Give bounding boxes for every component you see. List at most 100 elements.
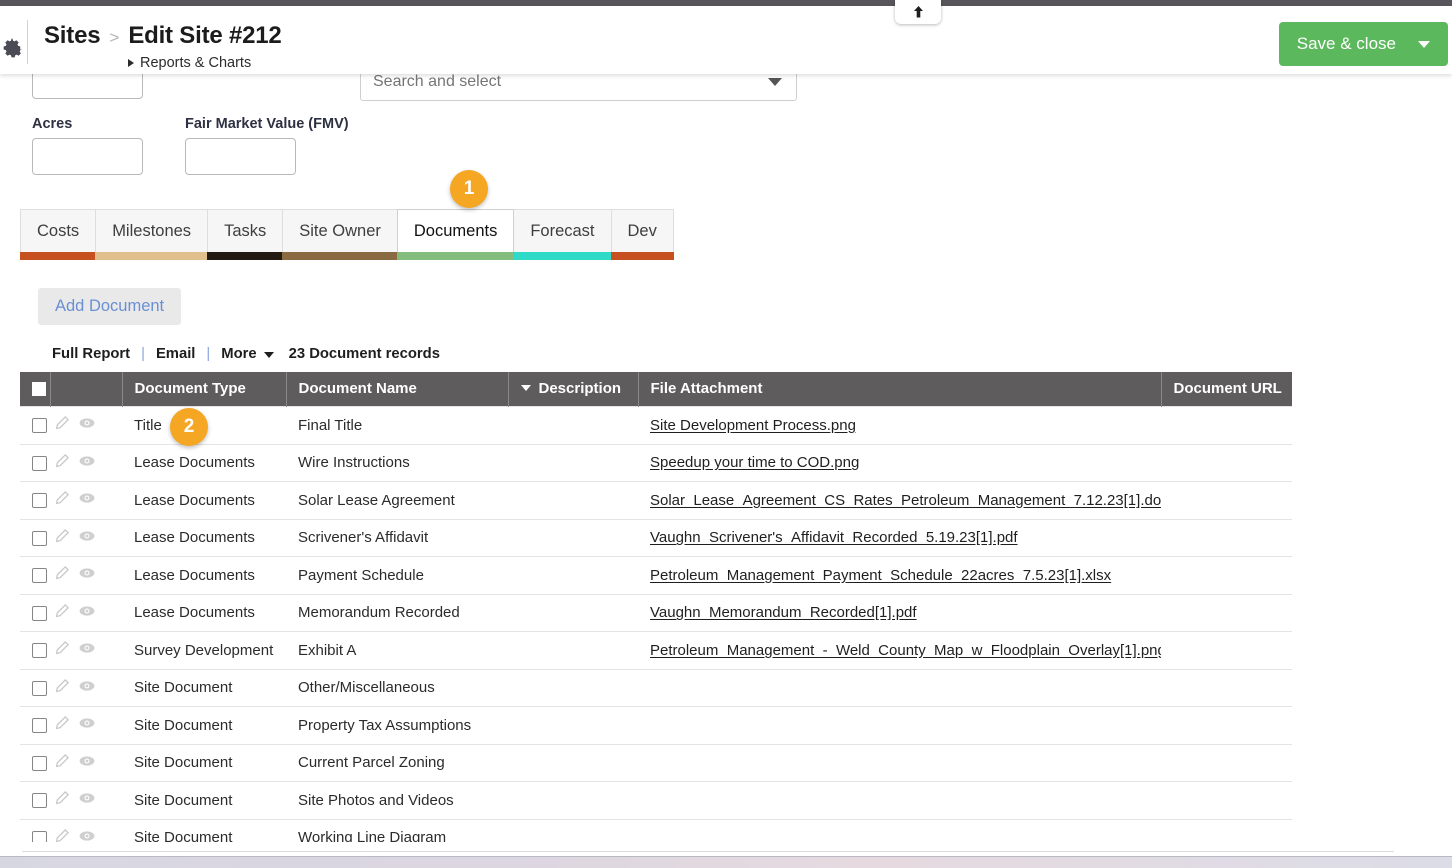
pencil-icon[interactable] [54,828,70,842]
pencil-icon[interactable] [54,753,70,773]
tab-color-bar [20,252,97,260]
column-header-document-name[interactable]: Document Name [286,372,509,407]
file-attachment-link[interactable]: Solar_Lease_Agreement_CS_Rates_Petroleum… [650,492,1161,509]
pencil-icon[interactable] [54,715,70,735]
pencil-icon[interactable] [54,565,70,585]
full-report-link[interactable]: Full Report [52,346,130,362]
table-row[interactable]: Lease Documents Solar Lease Agreement Sola… [20,481,1292,520]
email-link[interactable]: Email [156,346,195,362]
table-row[interactable]: Lease Documents Wire Instructions Speedup … [20,444,1292,482]
eye-icon[interactable] [78,678,96,698]
file-attachment-link[interactable]: Speedup your time to COD.png [650,454,859,471]
file-attachment-link[interactable]: Petroleum_Management_-_Weld_County_Map_w… [650,642,1161,659]
file-attachment-link[interactable]: Vaughn_Memorandum_Recorded[1].pdf [650,604,917,621]
eye-icon[interactable] [78,640,96,660]
pencil-icon[interactable] [54,415,70,435]
eye-icon[interactable] [78,828,96,842]
file-attachment-link[interactable]: Petroleum_Management_Payment_Schedule_22… [650,567,1111,584]
row-checkbox[interactable] [32,830,47,842]
acres-input[interactable] [32,138,143,175]
pencil-icon[interactable] [54,453,70,473]
select-all-header[interactable] [20,372,51,407]
row-checkbox[interactable] [32,455,47,471]
table-row[interactable]: Lease Documents Payment Schedule Petroleum… [20,556,1292,595]
table-row[interactable]: Site Document Working Line Diagram [20,819,1292,842]
file-attachment-link[interactable]: Site Development Process.png [650,417,856,434]
eye-icon[interactable] [78,415,96,435]
table-row[interactable]: Site Document Current Parcel Zoning [20,744,1292,782]
eye-icon[interactable] [78,565,96,585]
save-and-close-button[interactable]: Save & close [1278,22,1448,66]
row-select-cell[interactable] [20,781,50,820]
tab-documents[interactable]: Documents [396,209,515,260]
column-header-description[interactable]: Description [508,372,639,407]
tab-milestones[interactable]: Milestones [95,209,209,260]
chevron-down-icon[interactable] [768,77,782,86]
tab-costs[interactable]: Costs [20,209,97,260]
eye-icon[interactable] [78,490,96,510]
reports-and-charts-link[interactable]: Reports & Charts [128,55,251,71]
eye-icon[interactable] [78,603,96,623]
eye-icon[interactable] [78,753,96,773]
tab-forecast[interactable]: Forecast [513,209,612,260]
eye-icon[interactable] [78,453,96,473]
table-row[interactable]: Site Document Property Tax Assumptions [20,706,1292,745]
tab-tasks[interactable]: Tasks [207,209,284,260]
table-row[interactable]: Title Final Title Site Development Process… [20,406,1292,445]
pencil-icon[interactable] [54,528,70,548]
row-checkbox[interactable] [32,718,47,734]
gear-icon[interactable] [0,34,26,62]
tab-site-owner[interactable]: Site Owner [282,209,398,260]
pencil-icon[interactable] [54,640,70,660]
row-select-cell[interactable] [20,819,50,842]
breadcrumb-root[interactable]: Sites [44,22,101,50]
pencil-icon[interactable] [54,490,70,510]
row-checkbox[interactable] [32,530,47,546]
column-header-document-type[interactable]: Document Type [122,372,287,407]
scroll-to-top-button[interactable] [895,0,941,24]
row-select-cell[interactable] [20,556,50,595]
row-checkbox[interactable] [32,493,47,509]
row-select-cell[interactable] [20,481,50,520]
row-checkbox[interactable] [32,643,47,659]
cell-file-attachment [638,781,1161,820]
row-select-cell[interactable] [20,519,50,557]
fair-market-value-input[interactable] [185,138,296,175]
row-select-cell[interactable] [20,631,50,670]
more-menu-link[interactable]: More [221,346,256,362]
table-row[interactable]: Lease Documents Memorandum Recorded Vaughn… [20,594,1292,632]
eye-icon[interactable] [78,528,96,548]
search-input[interactable] [361,74,768,92]
eye-icon[interactable] [78,715,96,735]
chevron-down-icon[interactable] [263,352,274,358]
chevron-down-icon[interactable] [1418,40,1430,48]
row-select-cell[interactable] [20,744,50,782]
search-and-select-field[interactable] [360,74,797,101]
partial-field-above[interactable] [32,74,143,99]
pencil-icon[interactable] [54,678,70,698]
checkbox-icon[interactable] [32,382,46,397]
eye-icon[interactable] [78,790,96,810]
add-document-button[interactable]: Add Document [38,288,182,325]
table-row[interactable]: Site Document Site Photos and Videos [20,781,1292,820]
row-checkbox[interactable] [32,418,47,434]
table-row[interactable]: Survey Development Exhibit A Petroleum_Man… [20,631,1292,670]
column-header-file-attachment[interactable]: File Attachment [638,372,1162,407]
row-checkbox[interactable] [32,755,47,771]
row-select-cell[interactable] [20,406,50,445]
table-row[interactable]: Site Document Other/Miscellaneous [20,669,1292,707]
row-select-cell[interactable] [20,669,50,707]
row-checkbox[interactable] [32,680,47,696]
row-select-cell[interactable] [20,706,50,745]
column-header-document-url[interactable]: Document URL [1161,372,1292,407]
file-attachment-link[interactable]: Vaughn_Scrivener's_Affidavit_Recorded_5.… [650,529,1018,546]
row-checkbox[interactable] [32,793,47,809]
tab-dev[interactable]: Dev [610,209,674,260]
row-select-cell[interactable] [20,594,50,632]
row-checkbox[interactable] [32,605,47,621]
row-select-cell[interactable] [20,444,50,482]
table-row[interactable]: Lease Documents Scrivener's Affidavit Vaug… [20,519,1292,557]
pencil-icon[interactable] [54,603,70,623]
pencil-icon[interactable] [54,790,70,810]
row-checkbox[interactable] [32,568,47,584]
